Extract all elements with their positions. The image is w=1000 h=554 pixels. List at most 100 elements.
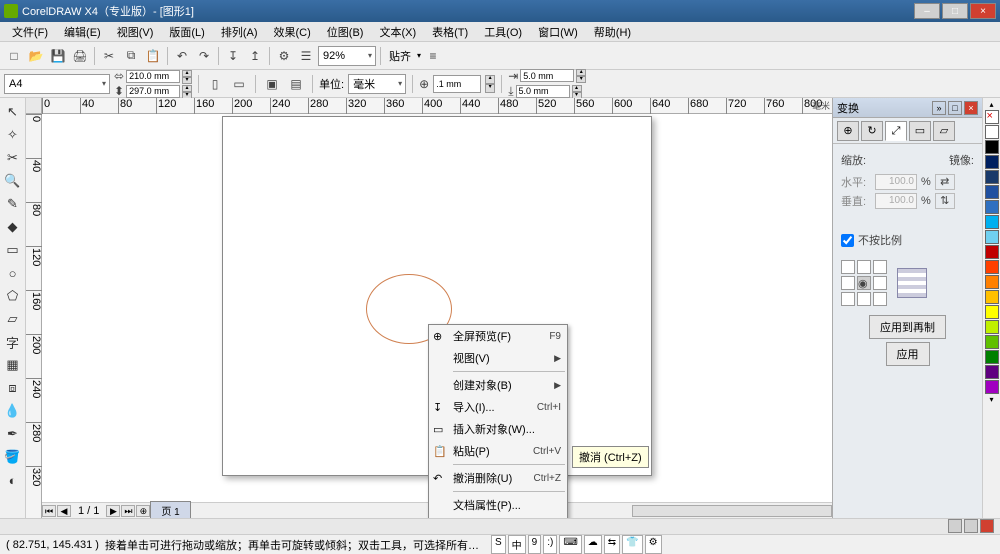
menu-排列a[interactable]: 排列(A) — [213, 22, 266, 42]
last-page-button[interactable]: ⏭ — [121, 505, 135, 517]
ctx-视图(V)[interactable]: 视图(V)▶ — [429, 347, 567, 369]
color-swatch[interactable] — [985, 230, 999, 244]
transform-position-tab[interactable]: ⊕ — [837, 121, 859, 141]
color-swatch[interactable] — [985, 260, 999, 274]
ctx-创建对象(B)[interactable]: 创建对象(B)▶ — [429, 374, 567, 396]
save-button[interactable]: 💾 — [48, 46, 68, 66]
layout2-button[interactable]: ▤ — [286, 74, 306, 94]
table-tool[interactable]: ▦ — [3, 355, 23, 375]
horizontal-ruler[interactable]: 0408012016020024028032036040044048052056… — [42, 98, 832, 114]
blend-tool[interactable]: ⧈ — [3, 378, 23, 398]
mirror-v-button[interactable]: ⇅ — [935, 193, 955, 209]
ctx-全屏预览(F)[interactable]: ⊕全屏预览(F)F9 — [429, 325, 567, 347]
smart-fill-tool[interactable]: ◆ — [3, 217, 23, 237]
horizontal-scrollbar[interactable] — [632, 505, 832, 517]
polygon-tool[interactable]: ⬠ — [3, 286, 23, 306]
color-swatch[interactable] — [985, 350, 999, 364]
portrait-button[interactable]: ▯ — [205, 74, 225, 94]
first-page-button[interactable]: ⏮ — [42, 505, 56, 517]
transform-scale-tab[interactable]: ⤢ — [885, 121, 907, 141]
docker-tab-1[interactable] — [948, 519, 962, 533]
docker-menu-button[interactable]: □ — [948, 101, 962, 115]
docker-close-button[interactable]: × — [964, 101, 978, 115]
landscape-button[interactable]: ▭ — [229, 74, 249, 94]
print-button[interactable]: 🖨 — [70, 46, 90, 66]
eyedropper-tool[interactable]: 💧 — [3, 401, 23, 421]
color-swatch[interactable] — [985, 140, 999, 154]
color-swatch[interactable] — [985, 215, 999, 229]
anchor-grid[interactable]: ◉ — [841, 260, 887, 306]
docker-collapse-button[interactable]: » — [932, 101, 946, 115]
v-scale-input[interactable]: 100.0 — [875, 193, 917, 209]
paper-height-input[interactable]: 297.0 mm — [126, 85, 180, 98]
menu-文件f[interactable]: 文件(F) — [4, 22, 56, 42]
unit-combo[interactable]: 毫米 — [348, 74, 406, 94]
text-tool[interactable]: 字 — [3, 332, 23, 352]
paper-width-input[interactable]: 210.0 mm — [126, 70, 180, 83]
layout1-button[interactable]: ▣ — [262, 74, 282, 94]
menu-位图b[interactable]: 位图(B) — [319, 22, 372, 42]
palette-up-button[interactable]: ▴ — [983, 100, 1000, 109]
color-swatch[interactable] — [985, 275, 999, 289]
ime-bar[interactable]: S中9:)⌨☁⇆👕⚙ — [491, 535, 662, 554]
h-scale-input[interactable]: 100.0 — [875, 174, 917, 190]
color-swatch[interactable] — [985, 155, 999, 169]
transform-skew-tab[interactable]: ▱ — [933, 121, 955, 141]
palette-down-button[interactable]: ▾ — [983, 395, 1000, 404]
ctx-文档属性(P)...[interactable]: 文档属性(P)... — [429, 494, 567, 516]
redo-button[interactable]: ↷ — [194, 46, 214, 66]
color-swatch[interactable] — [985, 320, 999, 334]
welcome-button[interactable]: ☰ — [296, 46, 316, 66]
cut-button[interactable]: ✂ — [99, 46, 119, 66]
color-swatch[interactable] — [985, 200, 999, 214]
transform-rotate-tab[interactable]: ↻ — [861, 121, 883, 141]
menu-窗口w[interactable]: 窗口(W) — [530, 22, 586, 42]
dup-y-input[interactable]: 5.0 mm — [516, 85, 570, 98]
ellipse-tool[interactable]: ○ — [3, 263, 23, 283]
add-page-button[interactable]: ⊕ — [136, 505, 150, 517]
paste-button[interactable]: 📋 — [143, 46, 163, 66]
menu-编辑e[interactable]: 编辑(E) — [56, 22, 109, 42]
menu-视图v[interactable]: 视图(V) — [109, 22, 162, 42]
apply-duplicate-button[interactable]: 应用到再制 — [869, 315, 946, 339]
menu-文本x[interactable]: 文本(X) — [371, 22, 424, 42]
menu-表格t[interactable]: 表格(T) — [424, 22, 476, 42]
canvas[interactable]: 0408012016020024028032036040044048052056… — [26, 98, 832, 518]
minimize-button[interactable]: – — [914, 3, 940, 19]
app-launcher-button[interactable]: ⚙ — [274, 46, 294, 66]
color-swatch[interactable] — [985, 335, 999, 349]
crop-tool[interactable]: ✂ — [3, 148, 23, 168]
no-fill-swatch[interactable]: × — [985, 110, 999, 124]
ctx-属性(I)[interactable]: 属性(I)Alt+Enter — [429, 516, 567, 518]
transform-size-tab[interactable]: ▭ — [909, 121, 931, 141]
copy-button[interactable]: ⧉ — [121, 46, 141, 66]
interactive-fill-tool[interactable]: ◐ — [3, 470, 23, 490]
export-button[interactable]: ↥ — [245, 46, 265, 66]
zoom-combo[interactable]: 92% — [318, 46, 376, 66]
undo-button[interactable]: ↶ — [172, 46, 192, 66]
menu-工具o[interactable]: 工具(O) — [476, 22, 530, 42]
color-swatch[interactable] — [985, 185, 999, 199]
pick-tool[interactable]: ↖ — [3, 102, 23, 122]
ctx-插入新对象(W)...[interactable]: ▭插入新对象(W)... — [429, 418, 567, 440]
open-button[interactable]: 📂 — [26, 46, 46, 66]
dup-x-input[interactable]: 5.0 mm — [520, 69, 574, 82]
fill-tool[interactable]: 🪣 — [3, 447, 23, 467]
outline-tool[interactable]: ✒ — [3, 424, 23, 444]
color-swatch[interactable] — [985, 245, 999, 259]
docker-tab-2[interactable] — [964, 519, 978, 533]
nudge-input[interactable]: .1 mm — [433, 75, 481, 93]
mirror-h-button[interactable]: ⇄ — [935, 174, 955, 190]
basic-shapes-tool[interactable]: ▱ — [3, 309, 23, 329]
color-swatch[interactable] — [985, 290, 999, 304]
maximize-button[interactable]: □ — [942, 3, 968, 19]
color-swatch[interactable] — [985, 365, 999, 379]
zoom-tool[interactable]: 🔍 — [3, 171, 23, 191]
color-swatch[interactable] — [985, 305, 999, 319]
rectangle-tool[interactable]: ▭ — [3, 240, 23, 260]
color-swatch[interactable] — [985, 170, 999, 184]
page-tab-1[interactable]: 页 1 — [150, 501, 190, 518]
import-button[interactable]: ↧ — [223, 46, 243, 66]
docker-tab-close[interactable] — [980, 519, 994, 533]
new-button[interactable]: □ — [4, 46, 24, 66]
